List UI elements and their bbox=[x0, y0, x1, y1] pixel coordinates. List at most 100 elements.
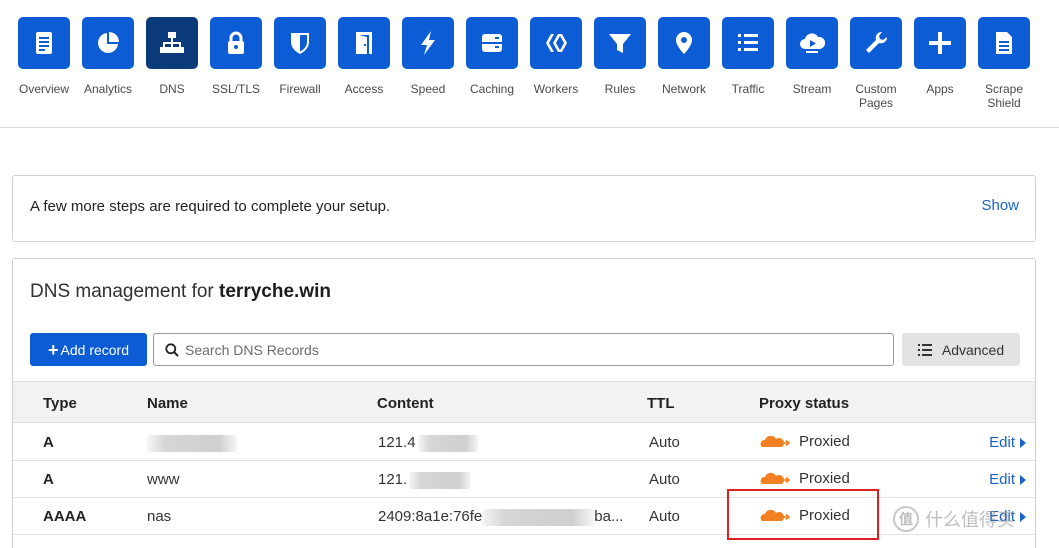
nav-label: Firewall bbox=[279, 82, 321, 96]
record-content: 2409:8a1e:76fe ba... bbox=[378, 508, 624, 526]
search-input[interactable] bbox=[185, 341, 865, 358]
record-ttl: Auto bbox=[649, 434, 680, 451]
setup-banner-text: A few more steps are required to complet… bbox=[30, 198, 391, 215]
document-icon bbox=[18, 17, 70, 69]
column-proxy-status[interactable]: Proxy status bbox=[759, 395, 849, 412]
record-name: www bbox=[147, 471, 180, 488]
nav-label: Custom Pages bbox=[855, 82, 897, 110]
column-name[interactable]: Name bbox=[147, 395, 188, 412]
nav-label: Overview bbox=[18, 82, 69, 96]
page-title: DNS management for terryche.win bbox=[30, 281, 331, 302]
workers-icon bbox=[530, 17, 582, 69]
record-type: A bbox=[43, 434, 54, 451]
nav-label: Speed bbox=[410, 82, 446, 96]
nav-item-workers[interactable]: Workers bbox=[524, 17, 588, 96]
lightning-icon bbox=[402, 17, 454, 69]
caret-right-icon bbox=[1020, 474, 1026, 485]
nav-item-analytics[interactable]: Analytics bbox=[76, 17, 140, 96]
dns-management-card: DNS management for terryche.win + Add rec… bbox=[12, 258, 1036, 548]
nav-item-stream[interactable]: Stream bbox=[780, 17, 844, 96]
nav-label: DNS bbox=[159, 82, 185, 96]
nav-item-speed[interactable]: Speed bbox=[396, 17, 460, 96]
nav-label: Caching bbox=[469, 82, 515, 96]
nav-item-caching[interactable]: Caching bbox=[460, 17, 524, 96]
plus-icon: + bbox=[48, 339, 59, 360]
table-row[interactable]: A 121.4 Auto Proxied Edit bbox=[13, 424, 1035, 461]
nav-item-firewall[interactable]: Firewall bbox=[268, 17, 332, 96]
redacted-blur bbox=[409, 471, 472, 489]
network-tree-icon bbox=[146, 17, 198, 69]
nav-label: Stream bbox=[792, 82, 832, 96]
nav-label: Access bbox=[344, 82, 384, 96]
nav-item-apps[interactable]: Apps bbox=[908, 17, 972, 96]
nav-label: Workers bbox=[533, 82, 579, 96]
nav-item-traffic[interactable]: Traffic bbox=[716, 17, 780, 96]
watermark-text: 什么值得买 bbox=[925, 510, 1015, 531]
redacted-blur bbox=[417, 434, 478, 452]
door-icon bbox=[338, 17, 390, 69]
show-link[interactable]: Show bbox=[981, 197, 1019, 214]
list-icon bbox=[917, 343, 932, 356]
caret-right-icon bbox=[1020, 437, 1026, 448]
column-content[interactable]: Content bbox=[377, 395, 434, 412]
redacted-blur bbox=[482, 508, 595, 526]
nav-label: Rules bbox=[604, 82, 636, 96]
record-type: A bbox=[43, 471, 54, 488]
nav-label: Apps bbox=[926, 82, 954, 96]
filter-icon bbox=[594, 17, 646, 69]
nav-label: Scrape Shield bbox=[984, 82, 1024, 110]
watermark: 值 什么值得买 bbox=[893, 506, 1015, 532]
record-content: 121. bbox=[378, 471, 472, 489]
table-header: Type Name Content TTL Proxy status bbox=[13, 381, 1035, 423]
nav-label: Analytics bbox=[83, 82, 133, 96]
wrench-icon bbox=[850, 17, 902, 69]
record-ttl: Auto bbox=[649, 508, 680, 525]
server-icon bbox=[466, 17, 518, 69]
edit-link[interactable]: Edit bbox=[989, 434, 1026, 451]
caret-right-icon bbox=[1020, 511, 1026, 522]
proxy-status[interactable]: Proxied bbox=[759, 470, 850, 487]
plus-icon bbox=[914, 17, 966, 69]
proxy-status[interactable]: Proxied bbox=[759, 433, 850, 450]
nav-item-access[interactable]: Access bbox=[332, 17, 396, 96]
advanced-button[interactable]: Advanced bbox=[902, 333, 1020, 366]
nav-item-network[interactable]: Network bbox=[652, 17, 716, 96]
top-navigation: Overview Analytics DNS SSL/TLS Firewall … bbox=[0, 0, 1059, 128]
column-type[interactable]: Type bbox=[43, 395, 77, 412]
add-record-button[interactable]: + Add record bbox=[30, 333, 147, 366]
domain-name: terryche.win bbox=[219, 281, 331, 302]
page-icon bbox=[978, 17, 1030, 69]
pie-chart-icon bbox=[82, 17, 134, 69]
edit-link[interactable]: Edit bbox=[989, 471, 1026, 488]
orange-cloud-icon bbox=[760, 435, 791, 447]
watermark-logo: 值 bbox=[893, 506, 919, 532]
nav-item-scrape-shield[interactable]: Scrape Shield bbox=[972, 17, 1036, 110]
nav-item-custom-pages[interactable]: Custom Pages bbox=[844, 17, 908, 110]
setup-banner: A few more steps are required to complet… bbox=[12, 175, 1036, 242]
nav-item-overview[interactable]: Overview bbox=[12, 17, 76, 96]
record-content: 121.4 bbox=[378, 434, 478, 452]
table-row[interactable]: AAAA nas 2409:8a1e:76fe ba... Auto Proxie… bbox=[13, 498, 1035, 535]
nav-label: Traffic bbox=[731, 82, 765, 96]
record-name bbox=[147, 434, 237, 452]
nav-label: Network bbox=[661, 82, 706, 96]
nav-item-rules[interactable]: Rules bbox=[588, 17, 652, 96]
nav-label: SSL/TLS bbox=[211, 82, 261, 96]
orange-cloud-icon bbox=[760, 472, 791, 484]
record-ttl: Auto bbox=[649, 471, 680, 488]
search-box[interactable] bbox=[153, 333, 894, 366]
proxy-status[interactable]: Proxied bbox=[759, 507, 850, 524]
nav-item-dns[interactable]: DNS bbox=[140, 17, 204, 96]
lock-icon bbox=[210, 17, 262, 69]
list-icon bbox=[722, 17, 774, 69]
shield-icon bbox=[274, 17, 326, 69]
orange-cloud-icon bbox=[760, 509, 791, 521]
record-type: AAAA bbox=[43, 508, 87, 525]
nav-item-ssl-tls[interactable]: SSL/TLS bbox=[204, 17, 268, 96]
cloud-play-icon bbox=[786, 17, 838, 69]
redacted-blur bbox=[147, 434, 237, 452]
search-icon bbox=[165, 342, 179, 357]
table-row[interactable]: A www 121. Auto Proxied Edit bbox=[13, 461, 1035, 498]
location-pin-icon bbox=[658, 17, 710, 69]
column-ttl[interactable]: TTL bbox=[647, 395, 675, 412]
